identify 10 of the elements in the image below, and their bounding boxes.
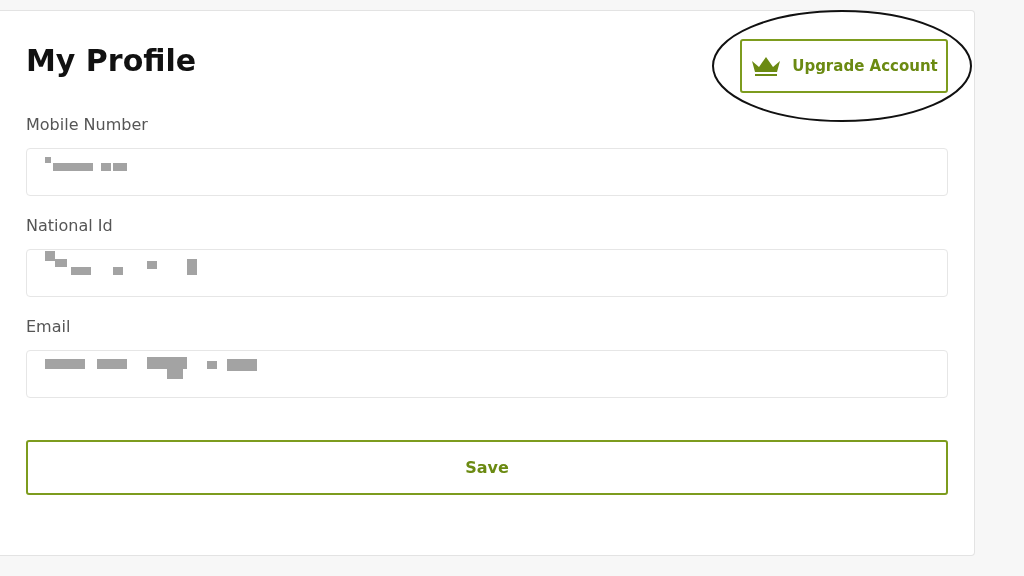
crown-icon bbox=[750, 55, 783, 77]
input-field[interactable] bbox=[26, 350, 948, 398]
field-label: Mobile Number bbox=[26, 115, 149, 134]
save-button[interactable]: Save bbox=[26, 440, 948, 495]
page-title: My Profile bbox=[26, 43, 197, 78]
input-field[interactable] bbox=[26, 148, 948, 196]
upgrade-account-button[interactable]: Upgrade Account bbox=[740, 39, 948, 93]
field-label: National Id bbox=[26, 216, 114, 235]
input-field[interactable] bbox=[26, 249, 948, 297]
field-label: Email bbox=[26, 317, 72, 336]
